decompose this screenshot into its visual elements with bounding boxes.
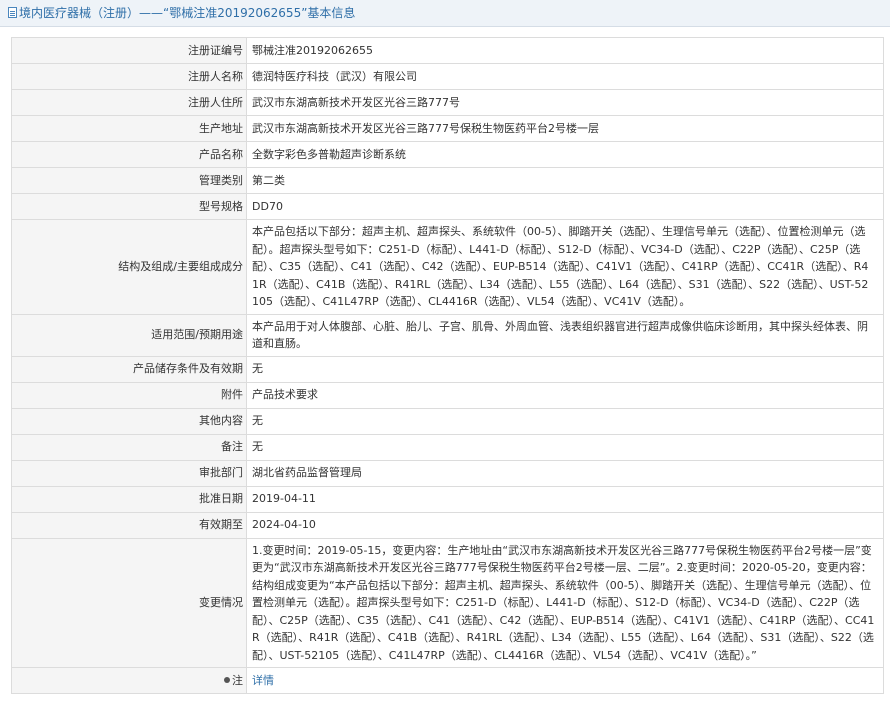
row-approval-date: 批准日期 2019-04-11 xyxy=(11,485,884,513)
row-value: 无 xyxy=(246,355,884,383)
pin-icon xyxy=(224,676,230,683)
row-label: 备注 xyxy=(11,433,247,461)
row-intended-use: 适用范围/预期用途 本产品用于对人体腹部、心脏、胎儿、子宫、肌骨、外周血管、浅表… xyxy=(11,313,884,357)
row-value: 全数字彩色多普勒超声诊断系统 xyxy=(246,141,884,168)
row-label: 适用范围/预期用途 xyxy=(11,313,247,357)
row-label: 型号规格 xyxy=(11,193,247,220)
row-remarks: 备注 无 xyxy=(11,433,884,461)
row-value: 详情 xyxy=(246,667,884,694)
row-value: 1.变更时间：2019-05-15，变更内容：生产地址由“武汉市东湖高新技术开发… xyxy=(246,537,884,668)
row-value: 德润特医疗科技（武汉）有限公司 xyxy=(246,63,884,90)
row-label: 产品名称 xyxy=(11,141,247,168)
row-label: 批准日期 xyxy=(11,485,247,513)
row-model-spec: 型号规格 DD70 xyxy=(11,193,884,220)
row-change-history: 变更情况 1.变更时间：2019-05-15，变更内容：生产地址由“武汉市东湖高… xyxy=(11,537,884,668)
row-production-address: 生产地址 武汉市东湖高新技术开发区光谷三路777号保税生物医药平台2号楼一层 xyxy=(11,115,884,142)
row-registrant-name: 注册人名称 德润特医疗科技（武汉）有限公司 xyxy=(11,63,884,90)
row-label: 注册证编号 xyxy=(11,37,247,64)
row-value: 武汉市东湖高新技术开发区光谷三路777号 xyxy=(246,89,884,116)
row-label: 管理类别 xyxy=(11,167,247,194)
row-registration-number: 注册证编号 鄂械注准20192062655 xyxy=(11,37,884,64)
document-icon xyxy=(8,7,17,18)
row-label: 生产地址 xyxy=(11,115,247,142)
row-value: 2024-04-10 xyxy=(246,511,884,539)
row-value: 无 xyxy=(246,433,884,461)
row-product-name: 产品名称 全数字彩色多普勒超声诊断系统 xyxy=(11,141,884,168)
row-value: 第二类 xyxy=(246,167,884,194)
row-label: 其他内容 xyxy=(11,407,247,435)
row-label: 注 xyxy=(11,667,247,694)
row-label: 注册人住所 xyxy=(11,89,247,116)
row-registrant-address: 注册人住所 武汉市东湖高新技术开发区光谷三路777号 xyxy=(11,89,884,116)
row-label: 附件 xyxy=(11,381,247,409)
row-structure-composition: 结构及组成/主要组成成分 本产品包括以下部分：超声主机、超声探头、系统软件（00… xyxy=(11,219,884,315)
row-value: 武汉市东湖高新技术开发区光谷三路777号保税生物医药平台2号楼一层 xyxy=(246,115,884,142)
row-label: 变更情况 xyxy=(11,537,247,668)
row-label: 产品储存条件及有效期 xyxy=(11,355,247,383)
row-value: 本产品用于对人体腹部、心脏、胎儿、子宫、肌骨、外周血管、浅表组织器官进行超声成像… xyxy=(246,313,884,357)
row-management-category: 管理类别 第二类 xyxy=(11,167,884,194)
page-title: 境内医疗器械（注册）——“鄂械注准20192062655”基本信息 xyxy=(19,6,356,20)
details-link[interactable]: 详情 xyxy=(252,674,274,687)
page-title-bar: 境内医疗器械（注册）——“鄂械注准20192062655”基本信息 xyxy=(0,0,890,27)
row-label: 注册人名称 xyxy=(11,63,247,90)
row-storage-validity: 产品储存条件及有效期 无 xyxy=(11,355,884,383)
row-other-content: 其他内容 无 xyxy=(11,407,884,435)
note-label: 注 xyxy=(232,673,243,687)
row-label: 结构及组成/主要组成成分 xyxy=(11,219,247,315)
info-table: 注册证编号 鄂械注准20192062655 注册人名称 德润特医疗科技（武汉）有… xyxy=(11,37,884,694)
row-valid-until: 有效期至 2024-04-10 xyxy=(11,511,884,539)
row-value: 湖北省药品监督管理局 xyxy=(246,459,884,487)
row-value: 产品技术要求 xyxy=(246,381,884,409)
row-value: DD70 xyxy=(246,193,884,220)
row-label: 有效期至 xyxy=(11,511,247,539)
row-approval-department: 审批部门 湖北省药品监督管理局 xyxy=(11,459,884,487)
row-value: 鄂械注准20192062655 xyxy=(246,37,884,64)
row-value: 本产品包括以下部分：超声主机、超声探头、系统软件（00-5）、脚踏开关（选配）、… xyxy=(246,219,884,315)
row-value: 2019-04-11 xyxy=(246,485,884,513)
row-value: 无 xyxy=(246,407,884,435)
row-label: 审批部门 xyxy=(11,459,247,487)
row-note: 注 详情 xyxy=(11,667,884,694)
row-attachment: 附件 产品技术要求 xyxy=(11,381,884,409)
